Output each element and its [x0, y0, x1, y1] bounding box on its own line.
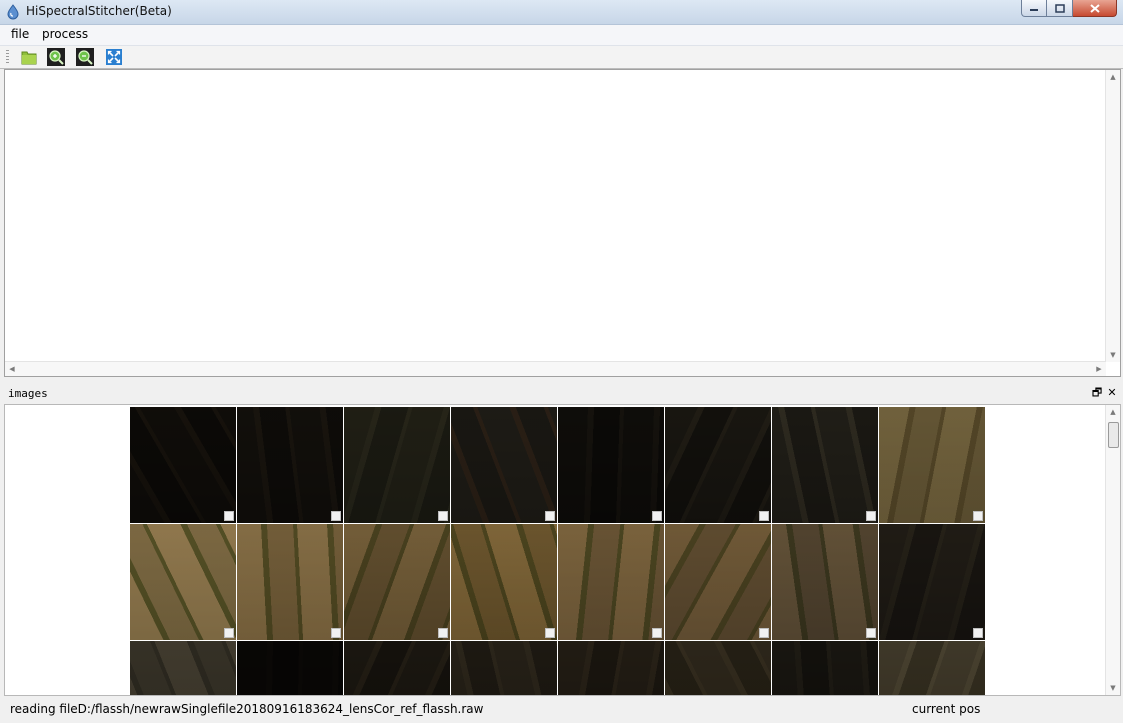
image-thumbnail[interactable] — [558, 524, 664, 640]
status-bar: reading fileD:/flassh/newrawSinglefile20… — [0, 698, 1123, 723]
thumbnail-badge-icon — [224, 511, 234, 521]
image-thumbnail[interactable] — [558, 641, 664, 695]
current-pos-label: current pos — [912, 702, 981, 716]
image-thumbnail[interactable] — [772, 524, 878, 640]
thumbnail-badge-icon — [759, 628, 769, 638]
dock-title: images — [8, 387, 48, 400]
scroll-right-icon[interactable]: ▶ — [1092, 362, 1106, 376]
image-thumbnail[interactable] — [237, 641, 343, 695]
dock-float-icon[interactable]: 🗗 — [1091, 387, 1103, 399]
close-icon — [1089, 3, 1100, 13]
image-thumbnail[interactable] — [558, 407, 664, 523]
fit-to-window-icon[interactable] — [105, 48, 123, 66]
zoom-out-icon[interactable] — [76, 48, 94, 66]
thumbnail-badge-icon — [866, 511, 876, 521]
zoom-in-icon[interactable] — [47, 48, 65, 66]
toolbar-grip[interactable] — [6, 50, 9, 64]
dock-close-icon[interactable]: ✕ — [1106, 387, 1118, 399]
scrollbar-thumb[interactable] — [1108, 422, 1119, 448]
image-thumbnail[interactable] — [772, 641, 878, 695]
thumbnail-grid — [130, 407, 990, 695]
minimize-button[interactable] — [1021, 0, 1047, 17]
app-icon — [7, 4, 19, 20]
image-thumbnail[interactable] — [237, 524, 343, 640]
image-thumbnail[interactable] — [879, 641, 985, 695]
scroll-up-icon[interactable]: ▲ — [1106, 70, 1120, 84]
status-message: reading fileD:/flassh/newrawSinglefile20… — [10, 702, 484, 716]
images-vertical-scrollbar[interactable]: ▲ ▼ — [1105, 405, 1120, 695]
thumbnail-badge-icon — [973, 511, 983, 521]
stitch-canvas[interactable]: ▲ ▼ ◀ ▶ — [4, 69, 1121, 377]
scroll-down-icon[interactable]: ▼ — [1106, 348, 1120, 362]
image-thumbnail[interactable] — [879, 407, 985, 523]
image-thumbnail[interactable] — [879, 524, 985, 640]
open-folder-icon[interactable] — [20, 48, 38, 66]
thumbnail-badge-icon — [224, 628, 234, 638]
image-thumbnail[interactable] — [344, 641, 450, 695]
thumbnail-badge-icon — [759, 511, 769, 521]
thumbnail-badge-icon — [652, 511, 662, 521]
minimize-icon — [1030, 9, 1038, 11]
image-thumbnail[interactable] — [130, 524, 236, 640]
thumbnail-badge-icon — [331, 628, 341, 638]
main-window: HiSpectralStitcher(Beta) file process ▲ … — [0, 0, 1123, 723]
image-thumbnail[interactable] — [772, 407, 878, 523]
scroll-down-icon[interactable]: ▼ — [1106, 681, 1120, 695]
menu-file[interactable]: file — [11, 27, 29, 41]
title-bar[interactable]: HiSpectralStitcher(Beta) — [0, 0, 1123, 25]
window-title: HiSpectralStitcher(Beta) — [26, 4, 172, 18]
canvas-vertical-scrollbar[interactable]: ▲ ▼ — [1105, 70, 1120, 362]
thumbnail-badge-icon — [438, 511, 448, 521]
images-dock-titlebar[interactable]: images 🗗 ✕ — [4, 386, 1121, 402]
image-thumbnail[interactable] — [344, 407, 450, 523]
image-thumbnail[interactable] — [344, 524, 450, 640]
thumbnail-badge-icon — [652, 628, 662, 638]
restore-icon — [1054, 3, 1065, 13]
scroll-left-icon[interactable]: ◀ — [5, 362, 19, 376]
toolbar — [0, 46, 1123, 69]
image-thumbnail[interactable] — [451, 641, 557, 695]
window-controls — [1021, 0, 1117, 18]
menu-bar: file process — [0, 25, 1123, 46]
image-thumbnail[interactable] — [665, 641, 771, 695]
close-button[interactable] — [1073, 0, 1117, 17]
thumbnail-badge-icon — [331, 511, 341, 521]
image-thumbnail[interactable] — [130, 407, 236, 523]
thumbnail-badge-icon — [866, 628, 876, 638]
thumbnail-badge-icon — [545, 628, 555, 638]
scroll-up-icon[interactable]: ▲ — [1106, 405, 1120, 419]
thumbnail-badge-icon — [545, 511, 555, 521]
image-thumbnail[interactable] — [237, 407, 343, 523]
canvas-horizontal-scrollbar[interactable]: ◀ ▶ — [5, 361, 1106, 376]
thumbnail-badge-icon — [438, 628, 448, 638]
image-thumbnail[interactable] — [130, 641, 236, 695]
image-thumbnail[interactable] — [451, 407, 557, 523]
thumbnail-badge-icon — [973, 628, 983, 638]
images-panel[interactable]: ▲ ▼ — [4, 404, 1121, 696]
image-thumbnail[interactable] — [665, 524, 771, 640]
maximize-button[interactable] — [1047, 0, 1073, 17]
image-thumbnail[interactable] — [451, 524, 557, 640]
image-thumbnail[interactable] — [665, 407, 771, 523]
menu-process[interactable]: process — [42, 27, 88, 41]
